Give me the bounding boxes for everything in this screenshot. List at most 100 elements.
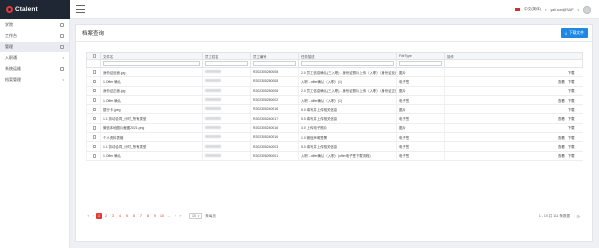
column-filter-input[interactable] xyxy=(301,61,394,66)
download-link[interactable]: 下载 xyxy=(568,79,575,84)
row-checkbox-cell[interactable] xyxy=(86,141,101,152)
sidebar-item-1[interactable]: 学院 xyxy=(0,20,69,30)
user-name[interactable]: yali.sun@SAP xyxy=(550,8,573,12)
redacted-name xyxy=(205,125,221,129)
file-type-cell: 电子签 xyxy=(396,76,445,87)
page-4[interactable]: 4 xyxy=(117,213,123,219)
tools-icon xyxy=(60,67,64,71)
brand-logo[interactable]: Ctalent xyxy=(0,0,70,19)
column-filter-input[interactable] xyxy=(399,61,442,66)
actions-cell: 下载 xyxy=(444,67,583,78)
row-checkbox[interactable] xyxy=(92,107,97,112)
table-row[interactable]: 微信本地图片截图2021.png R202305240016 3.0 上传电子照片图… xyxy=(86,123,583,134)
table-row[interactable]: 1.Offer 确认 R202305090001 入职 - offer确认（入职）(… xyxy=(86,151,583,161)
page-...[interactable]: ... xyxy=(166,213,172,219)
download-link[interactable]: 下载 xyxy=(568,116,575,121)
download-files-button[interactable]: ⤓ 下载文件 xyxy=(561,28,588,38)
row-checkbox-cell[interactable] xyxy=(86,76,101,87)
sidebar-item-3[interactable]: 管理 xyxy=(0,42,69,52)
file-name-cell: 1.Offer 确认 xyxy=(100,151,203,161)
row-checkbox[interactable] xyxy=(92,126,97,130)
refresh-icon[interactable]: ⟳ xyxy=(577,214,580,219)
row-checkbox[interactable] xyxy=(92,154,97,158)
file-type-cell: 图片 xyxy=(396,67,445,78)
download-link[interactable]: 下载 xyxy=(568,153,575,158)
table-row[interactable]: 1.Offer 确认 R202305250002 入职 - offer确认（入职）(… xyxy=(86,95,583,106)
actions-cell: 查看 下载 xyxy=(444,113,583,124)
table-row[interactable]: 个人资料表格 R202305240016 1.0 微信声明签署 电子签 查看 下载 xyxy=(86,132,583,143)
row-checkbox[interactable] xyxy=(92,88,97,93)
column-header: FileType xyxy=(396,52,445,60)
view-link[interactable]: 查看 xyxy=(558,98,565,103)
row-checkbox-cell[interactable] xyxy=(86,104,101,115)
view-link[interactable]: 查看 xyxy=(558,144,565,149)
table-row[interactable]: 身份证反面.jpg R202305250008 2.0 员工信息确认(三入职) - … xyxy=(86,67,583,78)
download-link[interactable]: 下载 xyxy=(568,88,575,93)
download-link[interactable]: 下载 xyxy=(568,125,575,130)
sidebar-item-2[interactable]: 工作台 xyxy=(0,31,69,41)
file-name-cell: 1.1 劳动合同_计时_所有类型 xyxy=(100,141,203,152)
filter-cell xyxy=(86,59,101,68)
sidebar-item-5[interactable]: 系统运维 xyxy=(0,64,69,74)
select-all-header[interactable] xyxy=(86,52,101,60)
row-checkbox-cell[interactable] xyxy=(86,132,101,143)
table-row[interactable]: 银行卡.jpeg R202305240016 5.0 填写并上传相关信息 图片 下载 xyxy=(86,104,583,115)
row-checkbox[interactable] xyxy=(92,98,97,102)
view-link[interactable]: 查看 xyxy=(558,135,565,140)
row-checkbox[interactable] xyxy=(92,70,97,74)
column-filter-input[interactable] xyxy=(103,61,200,66)
row-checkbox-cell[interactable] xyxy=(86,86,101,96)
page-6[interactable]: 6 xyxy=(131,213,137,219)
redacted-name xyxy=(205,116,221,120)
last-page-icon[interactable]: » xyxy=(178,214,183,218)
pagination: «‹ 1 2 3 4 5 6 7 8 9 10... ›» 10 ▾ 条每页 1 - 10 共 111 条数据… xyxy=(86,212,582,220)
page-size-select[interactable]: 10 ▾ xyxy=(189,213,203,219)
view-link[interactable]: 查看 xyxy=(558,153,565,158)
page-10[interactable]: 10 xyxy=(159,213,165,219)
sidebar-item-6[interactable]: 档案管理 ▾ xyxy=(0,75,69,85)
desk-icon xyxy=(60,34,64,38)
page-9[interactable]: 9 xyxy=(152,213,158,219)
language-selector[interactable]: 中文(简体) xyxy=(524,7,541,12)
row-checkbox-cell[interactable] xyxy=(86,151,101,161)
task-description-cell: 入职 - offer确认（入职）(1) xyxy=(298,76,397,87)
filter-cell xyxy=(298,59,397,68)
row-checkbox-cell[interactable] xyxy=(86,67,101,78)
page-7[interactable]: 7 xyxy=(138,213,144,219)
row-checkbox[interactable] xyxy=(92,135,97,139)
page-5[interactable]: 5 xyxy=(124,213,130,219)
task-description-cell: 3.0 上传电子照片 xyxy=(298,123,397,134)
download-link[interactable]: 下载 xyxy=(568,98,575,103)
column-filter-input[interactable] xyxy=(205,61,248,66)
row-checkbox-cell[interactable] xyxy=(86,123,101,134)
page-1[interactable]: 1 xyxy=(96,213,102,219)
row-checkbox[interactable] xyxy=(92,116,97,121)
menu-toggle-icon[interactable] xyxy=(76,5,85,13)
per-page-label: 条每页 xyxy=(205,213,216,218)
page-3[interactable]: 3 xyxy=(110,213,116,219)
download-link[interactable]: 下载 xyxy=(568,107,575,112)
table-row[interactable]: 1.Offer 确认 R202305250008 入职 - offer确认（入职）(… xyxy=(86,76,583,87)
avatar[interactable] xyxy=(583,5,591,14)
column-filter-input[interactable] xyxy=(253,61,296,66)
row-checkbox-cell[interactable] xyxy=(86,95,101,106)
view-link[interactable]: 查看 xyxy=(558,116,565,121)
sidebar-item-4[interactable]: 入职通 ▾ xyxy=(0,53,69,63)
download-link[interactable]: 下载 xyxy=(568,144,575,149)
page-8[interactable]: 8 xyxy=(145,213,151,219)
brand-name: Ctalent xyxy=(15,6,38,13)
row-checkbox[interactable] xyxy=(92,79,97,84)
download-button-label: 下载文件 xyxy=(568,30,584,35)
table-row[interactable]: 身份证正面.jpg R202305250008 2.0 员工信息确认(三入职) - … xyxy=(86,86,583,96)
sidebar-item-label: 系统运维 xyxy=(5,66,21,71)
download-link[interactable]: 下载 xyxy=(568,135,575,140)
select-all-checkbox[interactable] xyxy=(92,54,97,58)
view-link[interactable]: 查看 xyxy=(558,79,565,84)
actions-cell: 查看 下载 xyxy=(444,95,583,106)
table-row[interactable]: 1.1 劳动合同_计时_所有类型 R202305240003 5.0 填写并上传相关… xyxy=(86,141,583,152)
row-checkbox[interactable] xyxy=(92,144,97,149)
download-link[interactable]: 下载 xyxy=(568,70,575,75)
table-row[interactable]: 1.1 劳动合同_计时_所有类型 R202305240017 5.0 填写并上传相关… xyxy=(86,113,583,124)
page-2[interactable]: 2 xyxy=(103,213,109,219)
row-checkbox-cell[interactable] xyxy=(86,113,101,124)
